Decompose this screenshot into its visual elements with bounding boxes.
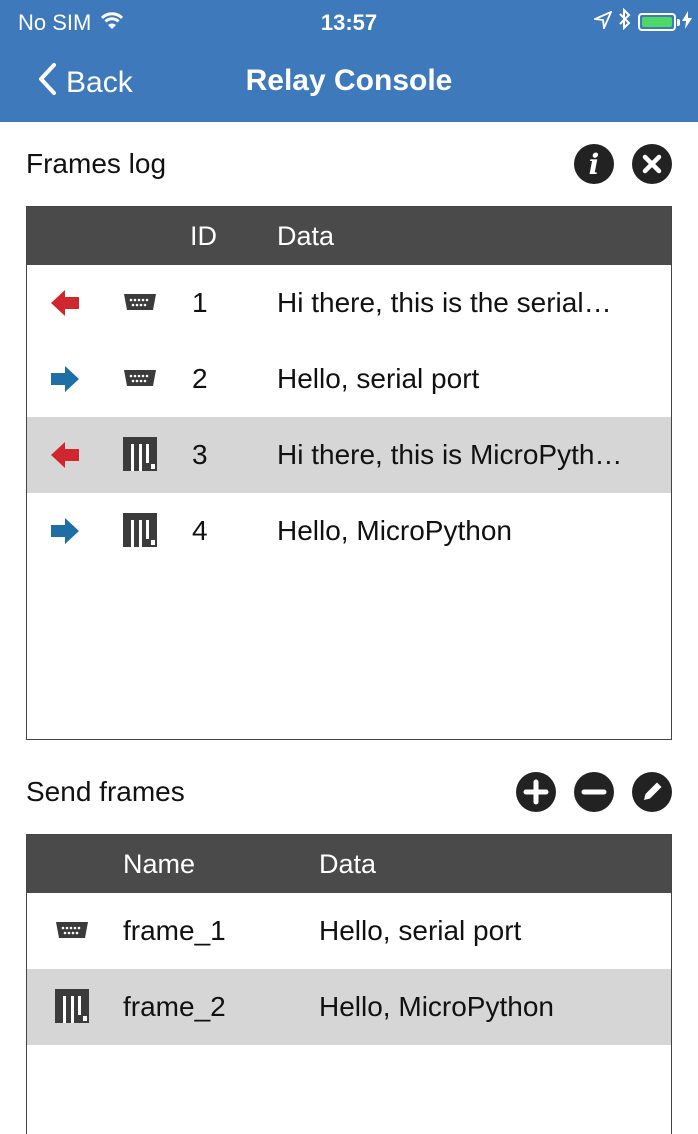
minus-icon [581,789,607,795]
row-data: Hi there, this is MicroPyth… [277,439,623,470]
outgoing-arrow-icon [51,517,81,552]
add-frame-button[interactable] [516,772,556,812]
remove-frame-button[interactable] [574,772,614,812]
send-frames-table: Name Data frame_1 Hello, serial port fra… [26,834,672,1134]
frame-data: Hello, MicroPython [319,991,554,1022]
svg-text:i: i [589,148,600,181]
row-data: Hello, MicroPython [277,515,512,546]
frame-data: Hello, serial port [319,915,522,946]
close-icon [642,154,662,174]
column-header-data: Data [277,221,335,251]
micropython-icon [123,435,157,480]
serial-port-icon [123,363,157,400]
table-row[interactable]: 4 Hello, MicroPython [27,493,671,569]
battery-icon [638,13,680,31]
send-frames-actions [516,772,672,812]
incoming-arrow-icon [51,441,81,476]
table-row[interactable]: 2 Hello, serial port [27,341,671,417]
row-data: Hi there, this is the serial… [277,287,612,318]
frames-log-table-header: ID Data [27,207,671,265]
serial-port-icon [123,287,157,324]
table-row[interactable]: frame_2 Hello, MicroPython [27,969,671,1045]
row-id: 3 [192,439,208,470]
table-row[interactable]: 3 Hi there, this is MicroPyth… [27,417,671,493]
frames-log-title: Frames log [26,148,167,179]
status-right [591,7,692,36]
top-bar: No SIM 13:57 Back Relay Console [0,0,698,122]
clear-log-button[interactable] [632,144,672,184]
column-header-name: Name [123,849,196,879]
bluetooth-icon [618,7,632,36]
frame-name: frame_1 [123,915,226,946]
frames-log-table: ID Data 1 Hi there, this is the serial… … [26,206,672,740]
outgoing-arrow-icon [51,365,81,400]
table-row[interactable]: 1 Hi there, this is the serial… [27,265,671,341]
plus-icon [523,779,549,805]
row-id: 2 [192,363,208,394]
send-frames-table-header: Name Data [27,835,671,893]
location-icon [591,9,613,35]
row-id: 4 [192,515,208,546]
pencil-icon [644,782,662,800]
micropython-icon [55,987,89,1032]
frames-log-header: Frames log i [26,134,672,194]
row-data: Hello, serial port [277,363,480,394]
row-id: 1 [192,287,208,318]
micropython-icon [123,511,157,556]
info-button[interactable]: i [574,144,614,184]
status-bar: No SIM 13:57 [0,0,698,44]
edit-frame-button[interactable] [632,772,672,812]
serial-port-icon [55,915,89,952]
info-icon: i [589,148,600,181]
table-row[interactable]: frame_1 Hello, serial port [27,893,671,969]
frame-name: frame_2 [123,991,226,1022]
column-header-data: Data [319,849,377,879]
incoming-arrow-icon [51,289,81,324]
navigation-bar: Back Relay Console [0,50,698,116]
column-header-id: ID [190,221,217,251]
frames-log-actions: i [574,144,672,184]
send-frames-title: Send frames [26,776,185,807]
send-frames-header: Send frames [26,762,672,822]
charging-icon [682,9,692,35]
page-title: Relay Console [245,64,453,97]
